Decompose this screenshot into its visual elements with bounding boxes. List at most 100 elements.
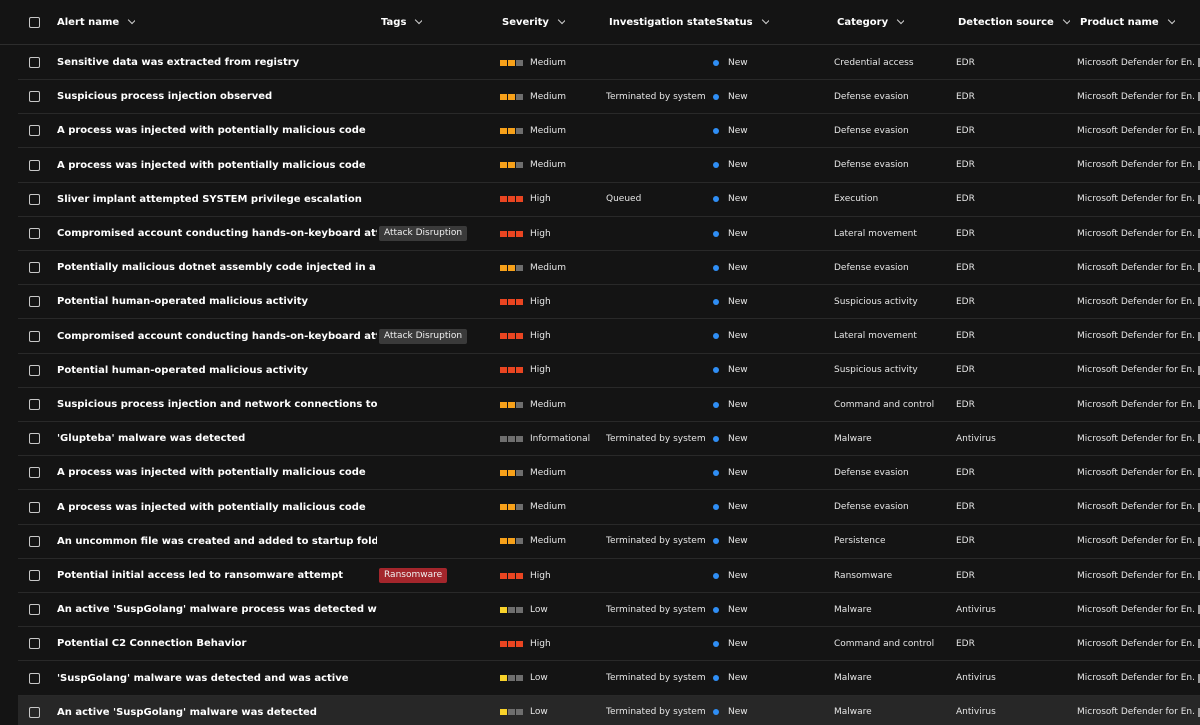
row-checkbox[interactable] <box>29 559 40 592</box>
alert-row[interactable]: Potentially malicious dotnet assembly co… <box>18 251 1200 286</box>
alert-name-link[interactable]: Sliver implant attempted SYSTEM privileg… <box>57 183 377 216</box>
alert-row[interactable]: Potential initial access led to ransomwa… <box>18 559 1200 593</box>
alert-name-link[interactable]: A process was injected with potentially … <box>57 456 377 489</box>
alert-row[interactable]: Potential C2 Connection Behavior High New C… <box>18 627 1200 662</box>
row-checkbox[interactable] <box>29 525 40 558</box>
checkbox-box[interactable] <box>29 296 40 308</box>
checkbox-box[interactable] <box>29 399 40 410</box>
alert-name-link[interactable]: Potentially malicious dotnet assembly co… <box>57 251 377 284</box>
row-checkbox[interactable] <box>29 183 40 216</box>
alert-row[interactable]: A process was injected with potentially … <box>18 114 1200 149</box>
alert-name-link[interactable]: Potential human-operated malicious activ… <box>57 285 377 318</box>
checkbox-box[interactable] <box>29 604 40 616</box>
tag-badge[interactable]: Attack Disruption <box>379 328 468 344</box>
alert-row[interactable]: A process was injected with potentially … <box>18 490 1200 525</box>
checkbox-box[interactable] <box>29 228 40 239</box>
chevron-down-icon[interactable] <box>557 15 565 25</box>
row-checkbox[interactable] <box>29 320 40 353</box>
chevron-down-icon[interactable] <box>415 15 423 25</box>
checkbox-box[interactable] <box>29 330 40 342</box>
alert-row[interactable]: 'SuspGolang' malware was detected and wa… <box>18 661 1200 696</box>
row-checkbox[interactable] <box>29 388 40 421</box>
header-investigation-state[interactable]: Investigation state <box>609 0 732 44</box>
chevron-down-icon[interactable] <box>127 15 136 25</box>
alert-row[interactable]: Potential human-operated malicious activ… <box>18 353 1200 388</box>
header-product-name[interactable]: Product name <box>1080 0 1175 44</box>
row-checkbox[interactable] <box>29 491 40 524</box>
alert-row[interactable]: A process was injected with potentially … <box>18 456 1200 491</box>
alert-name-link[interactable]: A process was injected with potentially … <box>57 491 377 524</box>
alert-name-link[interactable]: Sensitive data was extracted from regist… <box>57 46 377 79</box>
alert-row[interactable]: A process was injected with potentially … <box>18 148 1200 183</box>
checkbox-box[interactable] <box>29 570 40 581</box>
alert-row[interactable]: Potential human-operated malicious activ… <box>18 285 1200 320</box>
alert-row[interactable]: Compromised account conducting hands-on-… <box>18 217 1200 251</box>
row-checkbox[interactable] <box>29 80 40 113</box>
row-checkbox[interactable] <box>29 662 40 695</box>
checkbox-box[interactable] <box>29 501 40 513</box>
alert-row[interactable]: Sensitive data was extracted from regist… <box>18 46 1200 80</box>
tag-badge[interactable]: Ransomware <box>379 568 448 583</box>
alert-name-link[interactable]: A process was injected with potentially … <box>57 114 377 147</box>
alert-name-link[interactable]: Potential initial access led to ransomwa… <box>57 559 377 592</box>
alert-row[interactable]: Suspicious process injection and network… <box>18 388 1200 422</box>
alert-name-link[interactable]: Potential human-operated malicious activ… <box>57 354 377 387</box>
alert-row[interactable]: Suspicious process injection observed Med… <box>18 80 1200 115</box>
chevron-down-icon[interactable] <box>761 15 769 25</box>
header-status[interactable]: Status <box>716 0 769 44</box>
row-checkbox[interactable] <box>29 149 40 182</box>
header-tags[interactable]: Tags <box>381 0 423 44</box>
checkbox-box[interactable] <box>29 535 40 547</box>
header-detection-source[interactable]: Detection source <box>958 0 1070 44</box>
checkbox-box[interactable] <box>29 638 40 650</box>
alert-row[interactable]: An active 'SuspGolang' malware was detec… <box>18 695 1200 725</box>
alert-name-link[interactable]: Suspicious process injection observed <box>57 80 377 113</box>
checkbox-box[interactable] <box>29 364 40 376</box>
header-category[interactable]: Category <box>837 0 905 44</box>
chevron-down-icon[interactable] <box>1062 15 1070 25</box>
checkbox-box[interactable] <box>29 193 40 205</box>
alert-row[interactable]: 'Glupteba' malware was detected Informati… <box>18 422 1200 457</box>
checkbox-box[interactable] <box>29 467 40 479</box>
alert-name-link[interactable]: Compromised account conducting hands-on-… <box>57 320 377 353</box>
header-alert-name[interactable]: Alert name <box>57 0 136 44</box>
alert-row[interactable]: An uncommon file was created and added t… <box>18 524 1200 559</box>
alert-row[interactable]: Compromised account conducting hands-on-… <box>18 319 1200 354</box>
header-severity[interactable]: Severity <box>502 0 565 44</box>
checkbox-box[interactable] <box>29 91 40 103</box>
alert-name-link[interactable]: 'SuspGolang' malware was detected and wa… <box>57 662 377 695</box>
chevron-down-icon[interactable] <box>1167 15 1175 25</box>
row-checkbox[interactable] <box>29 46 40 79</box>
row-checkbox[interactable] <box>29 456 40 489</box>
row-checkbox[interactable] <box>29 285 40 318</box>
checkbox-box[interactable] <box>29 125 40 137</box>
checkbox-box[interactable] <box>29 159 40 171</box>
alert-name-link[interactable]: Compromised account conducting hands-on-… <box>57 217 377 250</box>
row-checkbox[interactable] <box>29 217 40 250</box>
row-checkbox[interactable] <box>29 627 40 660</box>
checkbox-box[interactable] <box>29 672 40 684</box>
chevron-down-icon[interactable] <box>896 15 905 25</box>
checkbox-box[interactable] <box>29 262 40 274</box>
row-checkbox[interactable] <box>29 114 40 147</box>
row-checkbox[interactable] <box>29 696 40 725</box>
checkbox-box[interactable] <box>29 16 40 28</box>
checkbox-box[interactable] <box>29 57 40 68</box>
checkbox-box[interactable] <box>29 433 40 445</box>
alert-name-link[interactable]: 'Glupteba' malware was detected <box>57 422 377 455</box>
alert-name-link[interactable]: A process was injected with potentially … <box>57 149 377 182</box>
alert-name-link[interactable]: Suspicious process injection and network… <box>57 388 377 421</box>
alert-name-link[interactable]: An uncommon file was created and added t… <box>57 525 377 558</box>
row-checkbox[interactable] <box>29 593 40 626</box>
select-all-checkbox[interactable] <box>29 0 40 44</box>
checkbox-box[interactable] <box>29 706 40 718</box>
alert-name-link[interactable]: An active 'SuspGolang' malware process w… <box>57 593 377 626</box>
row-checkbox[interactable] <box>29 251 40 284</box>
tag-badge[interactable]: Attack Disruption <box>379 226 468 241</box>
alert-name-link[interactable]: An active 'SuspGolang' malware was detec… <box>57 696 377 725</box>
alert-name-link[interactable]: Potential C2 Connection Behavior <box>57 627 377 660</box>
alert-row[interactable]: An active 'SuspGolang' malware process w… <box>18 593 1200 628</box>
alert-row[interactable]: Sliver implant attempted SYSTEM privileg… <box>18 182 1200 217</box>
row-checkbox[interactable] <box>29 422 40 455</box>
row-checkbox[interactable] <box>29 354 40 387</box>
